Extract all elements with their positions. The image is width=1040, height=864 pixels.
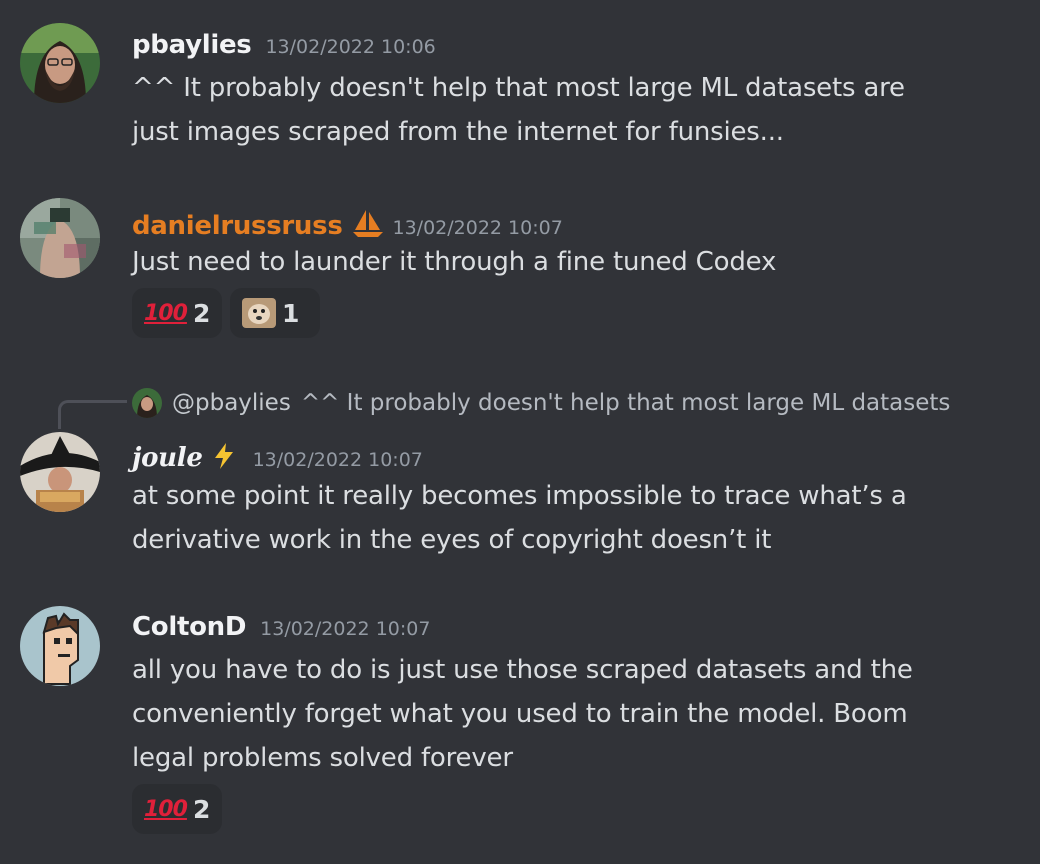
reply-preview[interactable]: @pbaylies ^^ It probably doesn't help th… [132,388,950,418]
message-content: at some point it really becomes impossib… [132,474,1022,562]
reaction-count: 1 [282,298,300,328]
reply-avatar [132,388,162,418]
message-line: ^^ It probably doesn't help that most la… [132,73,905,103]
reactions: 100 2 [132,784,222,834]
avatar-danielrussruss[interactable] [20,198,100,278]
timestamp: 13/02/2022 10:07 [252,449,423,471]
message-line: legal problems solved forever [132,743,513,773]
message-content: all you have to do is just use those scr… [132,648,1022,780]
timestamp: 13/02/2022 10:07 [392,217,563,239]
username[interactable]: danielrussruss [132,211,343,241]
lightning-icon [213,442,235,470]
reply-username[interactable]: @pbaylies [172,390,291,416]
message-line: Just need to launder it through a fine t… [132,247,777,277]
message-line: all you have to do is just use those scr… [132,655,913,685]
reaction-100[interactable]: 100 2 [132,288,222,338]
sailboat-icon [351,208,385,238]
reply-connector [58,400,127,429]
reply-text: ^^ It probably doesn't help that most la… [300,390,951,416]
message-line: just images scraped from the internet fo… [132,117,784,147]
message-content: Just need to launder it through a fine t… [132,240,1022,284]
username[interactable]: pbaylies [132,30,252,60]
reaction-dog-sticker[interactable]: 1 [230,288,320,338]
avatar-joule[interactable] [20,432,100,512]
message-line: derivative work in the eyes of copyright… [132,525,772,555]
message-line: at some point it really becomes impossib… [132,481,907,511]
dog-sticker-icon [242,298,276,328]
username[interactable]: joule [132,443,203,473]
reaction-100[interactable]: 100 2 [132,784,222,834]
avatar-coltond[interactable] [20,606,100,686]
avatar-pbaylies[interactable] [20,23,100,103]
reaction-count: 2 [192,794,211,824]
reactions: 100 2 1 [132,288,320,338]
message-line: conveniently forget what you used to tra… [132,699,908,729]
timestamp: 13/02/2022 10:07 [260,618,431,640]
reaction-count: 2 [192,298,211,328]
timestamp: 13/02/2022 10:06 [265,36,436,58]
hundred-points-icon: 100 [144,300,188,326]
message-content: ^^ It probably doesn't help that most la… [132,66,1022,154]
hundred-points-icon: 100 [144,796,188,822]
username[interactable]: ColtonD [132,612,246,642]
